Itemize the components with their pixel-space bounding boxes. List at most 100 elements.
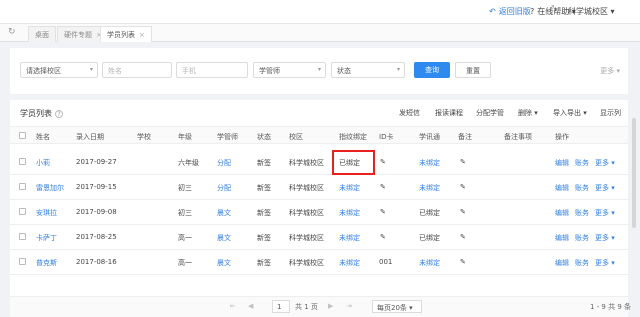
account-link[interactable]: 账务 — [575, 233, 589, 243]
xuexuntong-status[interactable]: 未绑定 — [419, 183, 440, 193]
student-name-link[interactable]: 安琪拉 — [36, 208, 57, 218]
tab-label: 学员列表 — [107, 31, 135, 39]
column-header[interactable]: 学校 — [137, 132, 151, 142]
delete-button[interactable]: 删除 ▾ — [518, 108, 538, 118]
show-columns-button[interactable]: 显示列 — [600, 108, 621, 118]
page-size-select[interactable]: 每页20条 ▾ — [372, 300, 422, 313]
fullscreen-icon[interactable]: ⤢ — [546, 4, 554, 15]
tab-student-list[interactable]: 学员列表 × — [100, 26, 152, 42]
column-header[interactable]: ID卡 — [379, 132, 393, 142]
manager-link[interactable]: 分配 — [217, 183, 231, 193]
more-link[interactable]: 更多 ▾ — [595, 208, 615, 218]
more-filters-link[interactable]: 更多 ▾ — [600, 66, 620, 76]
fingerprint-status[interactable]: 未绑定 — [339, 208, 360, 218]
manager-select[interactable]: 学管师 ▾ — [253, 62, 326, 78]
edit-icon[interactable]: ✎ — [460, 183, 466, 191]
manager-link[interactable]: 分配 — [217, 158, 231, 168]
more-link[interactable]: 更多 ▾ — [595, 183, 615, 193]
back-to-old-version-link[interactable]: ↶ 返回旧版 — [489, 6, 531, 17]
row-checkbox[interactable] — [19, 158, 26, 165]
assign-manager-button[interactable]: 分配学管 — [476, 108, 504, 118]
edit-link[interactable]: 编辑 — [555, 183, 569, 193]
campus: 科学城校区 — [289, 234, 324, 242]
edit-icon[interactable]: ✎ — [380, 183, 386, 191]
tab-desktop[interactable]: 桌面 — [28, 26, 56, 42]
fingerprint-status[interactable]: 未绑定 — [339, 183, 360, 193]
edit-icon[interactable]: ✎ — [380, 233, 386, 241]
table-header: 姓名 录入日期 学校 年级 学管师 状态 校区 指纹绑定 ID卡 学讯通 备注 … — [10, 126, 628, 144]
manager-link[interactable]: 晨文 — [217, 208, 231, 218]
column-header[interactable]: 指纹绑定 — [339, 132, 367, 142]
phone-input[interactable]: 手机 — [176, 62, 248, 78]
column-header[interactable]: 校区 — [289, 132, 303, 142]
more-link[interactable]: 更多 ▾ — [595, 233, 615, 243]
send-sms-button[interactable]: 发短信 — [399, 108, 420, 118]
edit-link[interactable]: 编辑 — [555, 158, 569, 168]
select-all-checkbox[interactable] — [19, 132, 26, 139]
next-page-icon[interactable]: ▶ — [328, 302, 333, 310]
edit-icon[interactable]: ✎ — [380, 208, 386, 216]
column-header[interactable]: 学管师 — [217, 132, 238, 142]
xuexuntong-status[interactable]: 已绑定 — [419, 233, 440, 243]
fingerprint-status[interactable]: 未绑定 — [339, 258, 360, 268]
xuexuntong-status[interactable]: 未绑定 — [419, 258, 440, 268]
search-button[interactable]: 查询 — [414, 62, 450, 78]
prev-page-icon[interactable]: ◀ — [248, 302, 253, 310]
row-checkbox[interactable] — [19, 208, 26, 215]
column-header[interactable]: 姓名 — [36, 132, 50, 142]
edit-link[interactable]: 编辑 — [555, 233, 569, 243]
account-link[interactable]: 账务 — [575, 183, 589, 193]
more-link[interactable]: 更多 ▾ — [595, 158, 615, 168]
question-icon[interactable]: ? — [55, 109, 63, 118]
student-name-link[interactable]: 雷恩加尔 — [36, 183, 64, 193]
column-header[interactable]: 学讯通 — [419, 132, 440, 142]
column-header[interactable]: 录入日期 — [76, 132, 104, 142]
student-name-link[interactable]: 小莉 — [36, 158, 50, 168]
enroll-course-button[interactable]: 报读课程 — [435, 108, 463, 118]
column-header[interactable]: 备注事项 — [504, 132, 532, 142]
campus-select-value: 请选择校区 — [26, 67, 61, 75]
student-name-link[interactable]: 普克斯 — [36, 258, 57, 268]
column-header[interactable]: 年级 — [178, 132, 192, 142]
row-checkbox[interactable] — [19, 183, 26, 190]
edit-icon[interactable]: ✎ — [460, 158, 466, 166]
name-input[interactable]: 姓名 — [102, 62, 172, 78]
column-header[interactable]: 状态 — [257, 132, 271, 142]
manager-link[interactable]: 晨文 — [217, 258, 231, 268]
campus-select[interactable]: 请选择校区 ▾ — [20, 62, 98, 78]
xuexuntong-status[interactable]: 未绑定 — [419, 158, 440, 168]
more-link[interactable]: 更多 ▾ — [595, 258, 615, 268]
edit-icon[interactable]: ✎ — [460, 258, 466, 266]
row-checkbox[interactable] — [19, 258, 26, 265]
account-link[interactable]: 账务 — [575, 208, 589, 218]
edit-icon[interactable]: ✎ — [460, 208, 466, 216]
column-header[interactable]: 备注 — [458, 132, 472, 142]
action-label: 报读课程 — [435, 109, 463, 117]
id-card[interactable]: 001 — [379, 258, 392, 266]
last-page-icon[interactable]: ⇥ — [346, 302, 352, 310]
more-label: 更多 — [595, 184, 609, 192]
fingerprint-status[interactable]: 未绑定 — [339, 233, 360, 243]
first-page-icon[interactable]: ⇤ — [230, 302, 236, 310]
edit-icon[interactable]: ✎ — [380, 158, 386, 166]
reset-button[interactable]: 重置 — [455, 62, 491, 78]
close-icon[interactable]: × — [139, 31, 145, 39]
student-name-link[interactable]: 卡萨丁 — [36, 233, 57, 243]
student-list-panel: 学员列表? 发短信 报读课程 分配学管 删除 ▾ 导入导出 ▾ 显示列 姓名 录… — [10, 100, 631, 317]
row-checkbox[interactable] — [19, 233, 26, 240]
refresh-icon[interactable]: ↻ — [8, 27, 16, 37]
manager-link[interactable]: 晨文 — [217, 233, 231, 243]
account-link[interactable]: 账务 — [575, 258, 589, 268]
edit-icon[interactable]: ✎ — [460, 233, 466, 241]
edit-link[interactable]: 编辑 — [555, 258, 569, 268]
edit-link[interactable]: 编辑 — [555, 208, 569, 218]
chevron-down-icon: ▾ — [611, 234, 615, 242]
xuexuntong-status[interactable]: 已绑定 — [419, 208, 440, 218]
column-header[interactable]: 操作 — [555, 132, 569, 142]
import-export-button[interactable]: 导入导出 ▾ — [553, 108, 587, 118]
account-link[interactable]: 账务 — [575, 158, 589, 168]
campus-switcher[interactable]: 科学城校区 ▾ — [568, 6, 615, 17]
status-select[interactable]: 状态 ▾ — [331, 62, 405, 78]
page-number-input[interactable]: 1 — [272, 300, 290, 313]
scrollbar[interactable] — [632, 118, 636, 228]
